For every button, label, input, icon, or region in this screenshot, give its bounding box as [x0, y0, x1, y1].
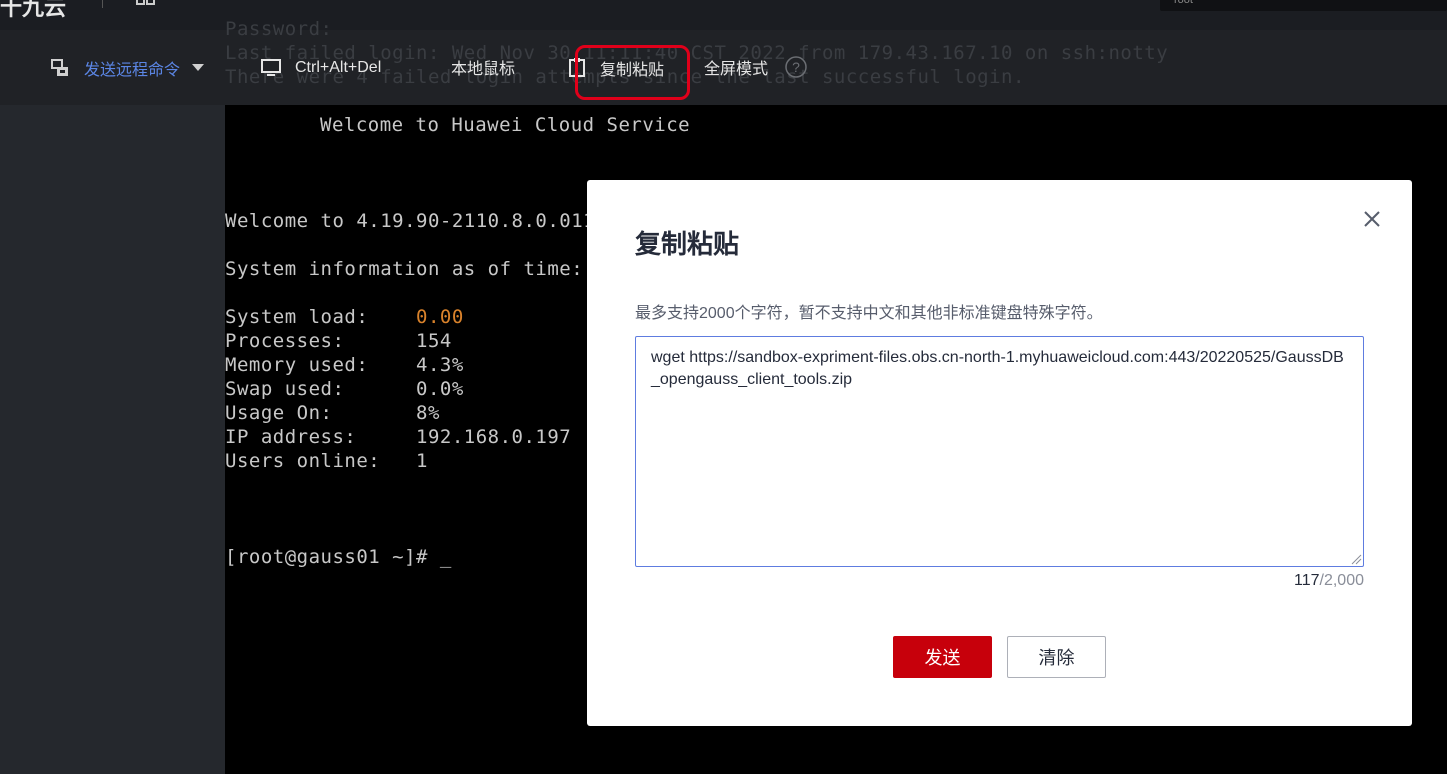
stat-value-load: 0.00 [416, 306, 464, 328]
stat-value: 8% [416, 402, 440, 424]
terminal-sysinfo: System information as of time: [225, 258, 584, 280]
dialog-title: 复制粘贴 [635, 229, 740, 259]
terminal-welcome-service: Welcome to Huawei Cloud Service [320, 114, 691, 136]
stat-label: Memory used: [225, 354, 369, 376]
send-button[interactable]: 发送 [893, 636, 992, 678]
dialog-hint: 最多支持2000个字符，暂不支持中文和其他非标准键盘特殊字符。 [635, 305, 1103, 322]
copy-paste-highlight [575, 45, 690, 100]
stat-label: Usage On: [225, 402, 333, 424]
help-icon[interactable]: ? [784, 55, 808, 79]
resize-grip-icon[interactable] [1350, 553, 1362, 565]
ctrl-alt-del-button[interactable]: Ctrl+Alt+Del [261, 56, 381, 80]
monitor-icon [261, 59, 281, 76]
terminal-welcome-kernel: Welcome to 4.19.90-2110.8.0.0119 [225, 210, 608, 232]
terminal-prompt: [root@gauss01 ~]# _ [225, 546, 452, 568]
stat-label: Processes: [225, 330, 345, 352]
remote-command-label: 发送远程命令 [84, 62, 181, 79]
svg-text:?: ? [792, 59, 800, 75]
stat-value: 4.3% [416, 354, 464, 376]
stat-label: Swap used: [225, 378, 345, 400]
stat-value: 192.168.0.197 [416, 426, 572, 448]
clear-button[interactable]: 清除 [1007, 636, 1106, 678]
stat-label: System load: [225, 306, 369, 328]
char-count-current: 117 [1294, 572, 1320, 589]
stat-label: IP address: [225, 426, 357, 448]
copy-paste-dialog: 复制粘贴 最多支持2000个字符，暂不支持中文和其他非标准键盘特殊字符。 117… [587, 180, 1412, 726]
stat-value: 0.0% [416, 378, 464, 400]
terminal-line-password: Password: [225, 18, 333, 40]
stat-value: 1 [416, 450, 428, 472]
header-divider [102, 0, 103, 8]
fullscreen-label: 全屏模式 [704, 61, 769, 78]
remote-command-icon [51, 59, 68, 76]
stat-value: 154 [416, 330, 452, 352]
fullscreen-button[interactable]: 全屏模式 ? [704, 55, 808, 79]
char-counter: 117/2,000 [1294, 572, 1364, 590]
char-count-max: /2,000 [1319, 572, 1364, 589]
local-mouse-button[interactable]: 本地鼠标 [451, 55, 515, 79]
close-icon[interactable] [1361, 208, 1383, 230]
chevron-down-icon [192, 64, 205, 71]
ctrl-alt-del-label: Ctrl+Alt+Del [295, 59, 382, 76]
remote-command-dropdown[interactable]: 发送远程命令 [50, 56, 205, 80]
apps-grid-icon[interactable] [136, 0, 156, 6]
left-panel [0, 105, 225, 774]
brand-title: 十九云 [0, 0, 67, 20]
local-mouse-label: 本地鼠标 [451, 61, 516, 78]
paste-textarea[interactable] [635, 336, 1364, 567]
stat-label: Users online: [225, 450, 381, 472]
